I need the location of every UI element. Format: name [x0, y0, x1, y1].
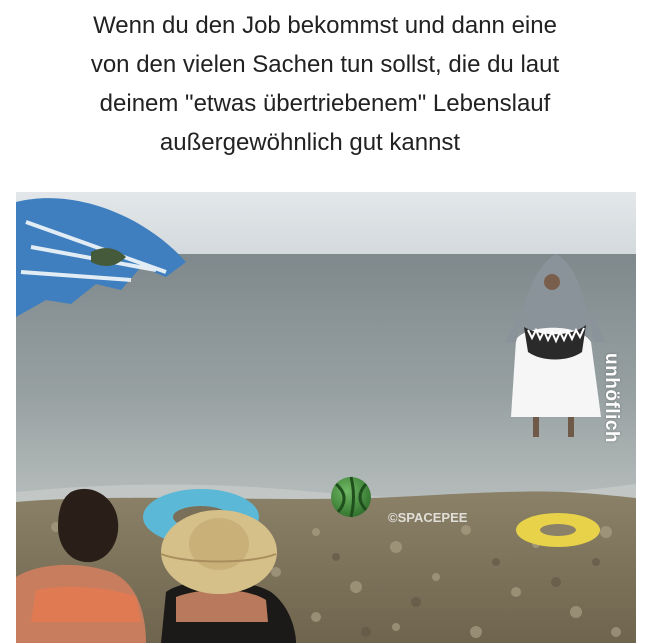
credit-watermark: ©SPACEPEE: [388, 510, 468, 525]
caption-line-3: deinem "etwas übertriebenem" Lebenslauf: [99, 90, 551, 117]
brand-watermark: unhöflich: [601, 353, 622, 443]
beach-photo: [16, 192, 636, 643]
caption-line-2: von den vielen Sachen tun sollst, die du…: [90, 51, 560, 78]
caption-line-4: außergewöhnlich gut kannst: [159, 129, 461, 156]
meme-caption: Wenn du den Job bekommst und dann eine v…: [0, 6, 650, 162]
beach-scene: [16, 192, 636, 643]
caption-line-1: Wenn du den Job bekommst und dann eine: [93, 12, 557, 39]
